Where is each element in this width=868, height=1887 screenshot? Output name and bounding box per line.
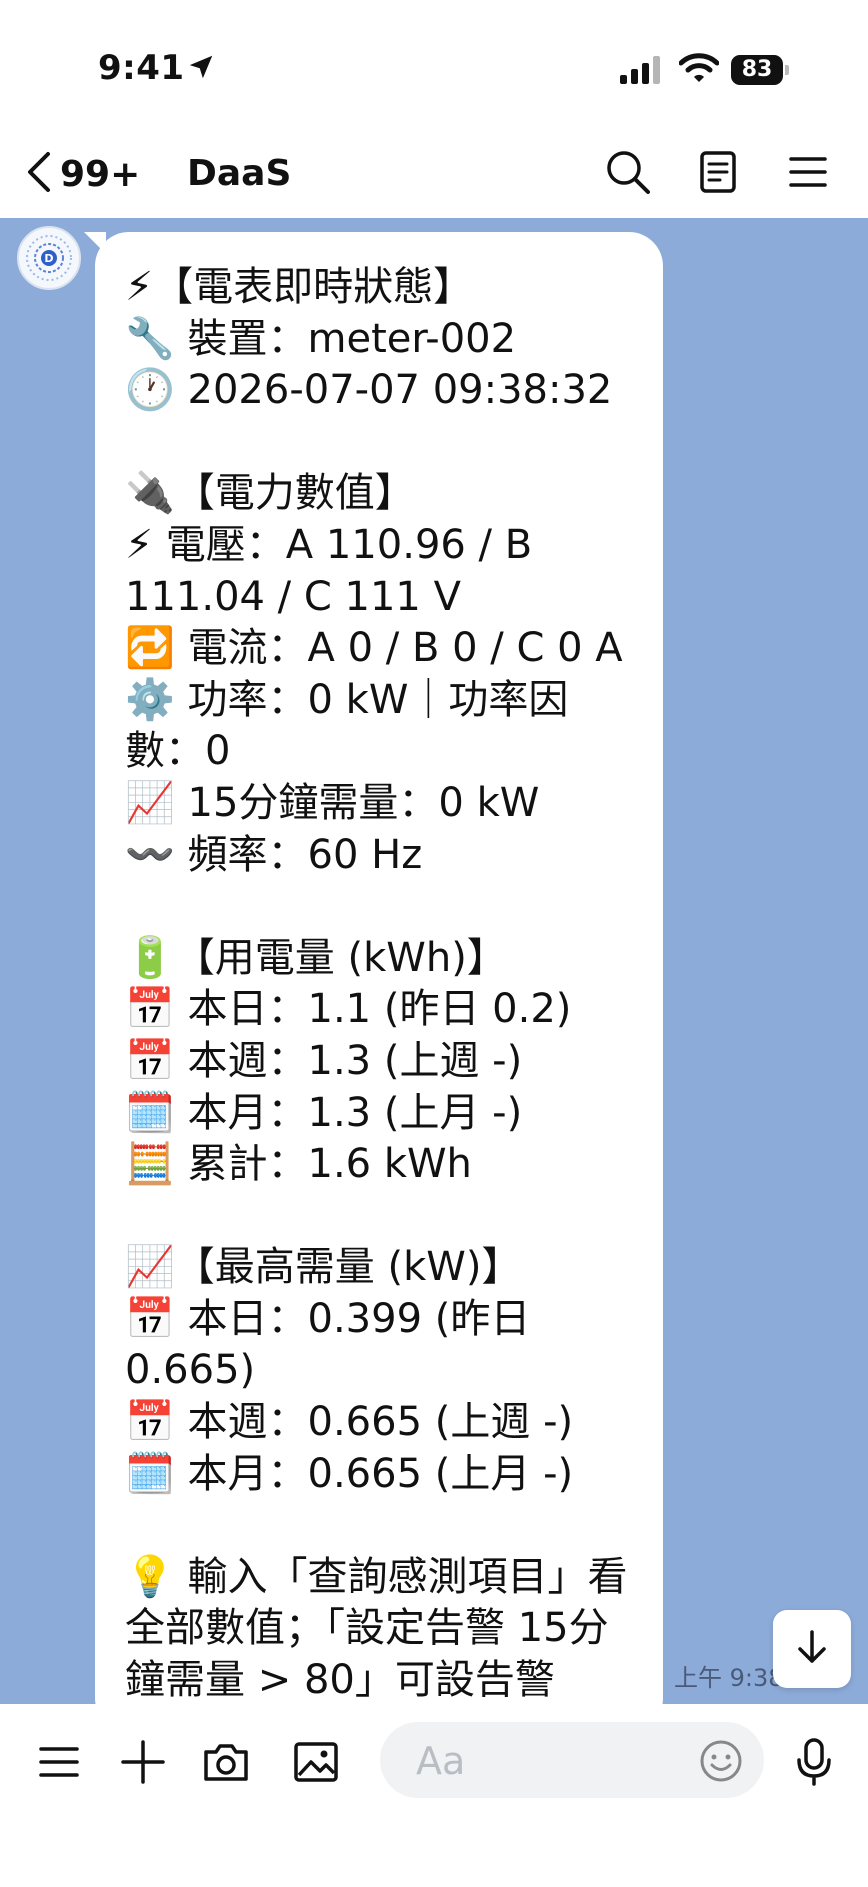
message-line bbox=[125, 417, 643, 469]
message-line bbox=[125, 1500, 643, 1552]
message-input[interactable] bbox=[414, 1722, 678, 1800]
chat-title: DaaS bbox=[187, 153, 292, 194]
emoji-icon[interactable] bbox=[698, 1738, 744, 1784]
camera-button[interactable] bbox=[198, 1736, 254, 1792]
message-time: 上午 9:38 bbox=[674, 1664, 784, 1692]
message-input-container bbox=[380, 1722, 764, 1800]
chevron-left-icon bbox=[26, 150, 52, 198]
message-line: 📈【最高需量 (kW)】 bbox=[125, 1244, 522, 1291]
menu-toggle-button[interactable] bbox=[31, 1736, 87, 1792]
search-button[interactable] bbox=[600, 146, 656, 202]
message-bubble[interactable]: ⚡【電表即時狀態】 🔧 裝置：meter-002 🕐 2026-07-07 09:3… bbox=[95, 232, 663, 1704]
back-button[interactable]: 99+ bbox=[26, 148, 140, 200]
message-line: 🔋【用電量 (kWh)】 bbox=[125, 934, 507, 981]
message-line: 📅 本日：1.1 (昨日 0.2) bbox=[125, 986, 572, 1033]
message-line: 111.04 / C 111 V bbox=[125, 573, 461, 620]
message-line: ⚡【電表即時狀態】 bbox=[125, 264, 474, 310]
menu-button[interactable] bbox=[780, 146, 836, 202]
message-line: 🔁 電流：A 0 / B 0 / C 0 A bbox=[125, 625, 623, 672]
message-line bbox=[125, 881, 643, 933]
message-line: 〰️ 頻率：60 Hz bbox=[125, 831, 423, 878]
message-line: ⚙️ 功率：0 kW｜功率因 bbox=[125, 676, 569, 723]
message-line: 🕐 2026-07-07 09:38:32 bbox=[125, 367, 613, 414]
voice-button[interactable] bbox=[786, 1736, 842, 1792]
message-line: 🔌【電力數值】 bbox=[125, 470, 415, 517]
camera-icon bbox=[202, 1741, 250, 1787]
message-line: 🧮 累計：1.6 kWh bbox=[125, 1141, 472, 1188]
hamburger-menu-icon bbox=[38, 1744, 80, 1784]
microphone-icon bbox=[794, 1737, 834, 1791]
message-line: 數：0 bbox=[125, 728, 231, 775]
note-icon bbox=[698, 150, 738, 198]
message-line: 📈 15分鐘需量：0 kW bbox=[125, 779, 540, 826]
location-arrow-icon bbox=[186, 52, 216, 86]
message-line: 📅 本日：0.399 (昨日 bbox=[125, 1295, 531, 1342]
gallery-button[interactable] bbox=[288, 1736, 344, 1792]
search-icon bbox=[605, 149, 651, 199]
unread-count: 99+ bbox=[60, 153, 141, 195]
wifi-icon bbox=[678, 52, 720, 88]
svg-text:D: D bbox=[44, 252, 53, 265]
battery-indicator: 83 bbox=[731, 55, 789, 85]
avatar[interactable]: D bbox=[17, 226, 81, 290]
scroll-to-bottom-button[interactable] bbox=[773, 1610, 851, 1688]
input-bar bbox=[0, 1704, 868, 1887]
message-line: 🗓️ 本月：1.3 (上月 -) bbox=[125, 1089, 523, 1136]
message-text: ⚡【電表即時狀態】 🔧 裝置：meter-002 🕐 2026-07-07 09:3… bbox=[125, 262, 643, 1704]
chat-header: 99+ DaaS bbox=[0, 130, 868, 218]
plus-icon bbox=[120, 1739, 166, 1789]
status-bar: 9:41 83 bbox=[0, 0, 868, 130]
message-line bbox=[125, 1191, 643, 1243]
message-line: 🔧 裝置：meter-002 bbox=[125, 315, 517, 362]
message-line: 0.665) bbox=[125, 1347, 256, 1394]
message-line: 📅 本週：0.665 (上週 -) bbox=[125, 1399, 574, 1446]
notes-button[interactable] bbox=[690, 146, 746, 202]
cellular-signal-icon bbox=[620, 56, 664, 88]
message-line: 全部數值；「設定告警 15分 bbox=[125, 1605, 609, 1652]
arrow-down-icon bbox=[792, 1627, 832, 1671]
hamburger-menu-icon bbox=[788, 154, 828, 194]
status-time: 9:41 bbox=[98, 48, 185, 88]
image-icon bbox=[293, 1741, 339, 1787]
message-line: 📅 本週：1.3 (上週 -) bbox=[125, 1037, 523, 1084]
chat-area[interactable]: D ⚡【電表即時狀態】 🔧 裝置：meter-002 🕐 2026-07-07 09… bbox=[0, 218, 868, 1704]
message-line: ⚡ 電壓：A 110.96 / B bbox=[125, 521, 533, 568]
message-line: 鐘需量 > 80」可設告警 bbox=[125, 1657, 555, 1704]
battery-level: 83 bbox=[741, 57, 773, 82]
message-line: 🗓️ 本月：0.665 (上月 -) bbox=[125, 1450, 574, 1497]
message-line: 💡 輸入「查詢感測項目」看 bbox=[125, 1553, 628, 1600]
add-button[interactable] bbox=[115, 1736, 171, 1792]
